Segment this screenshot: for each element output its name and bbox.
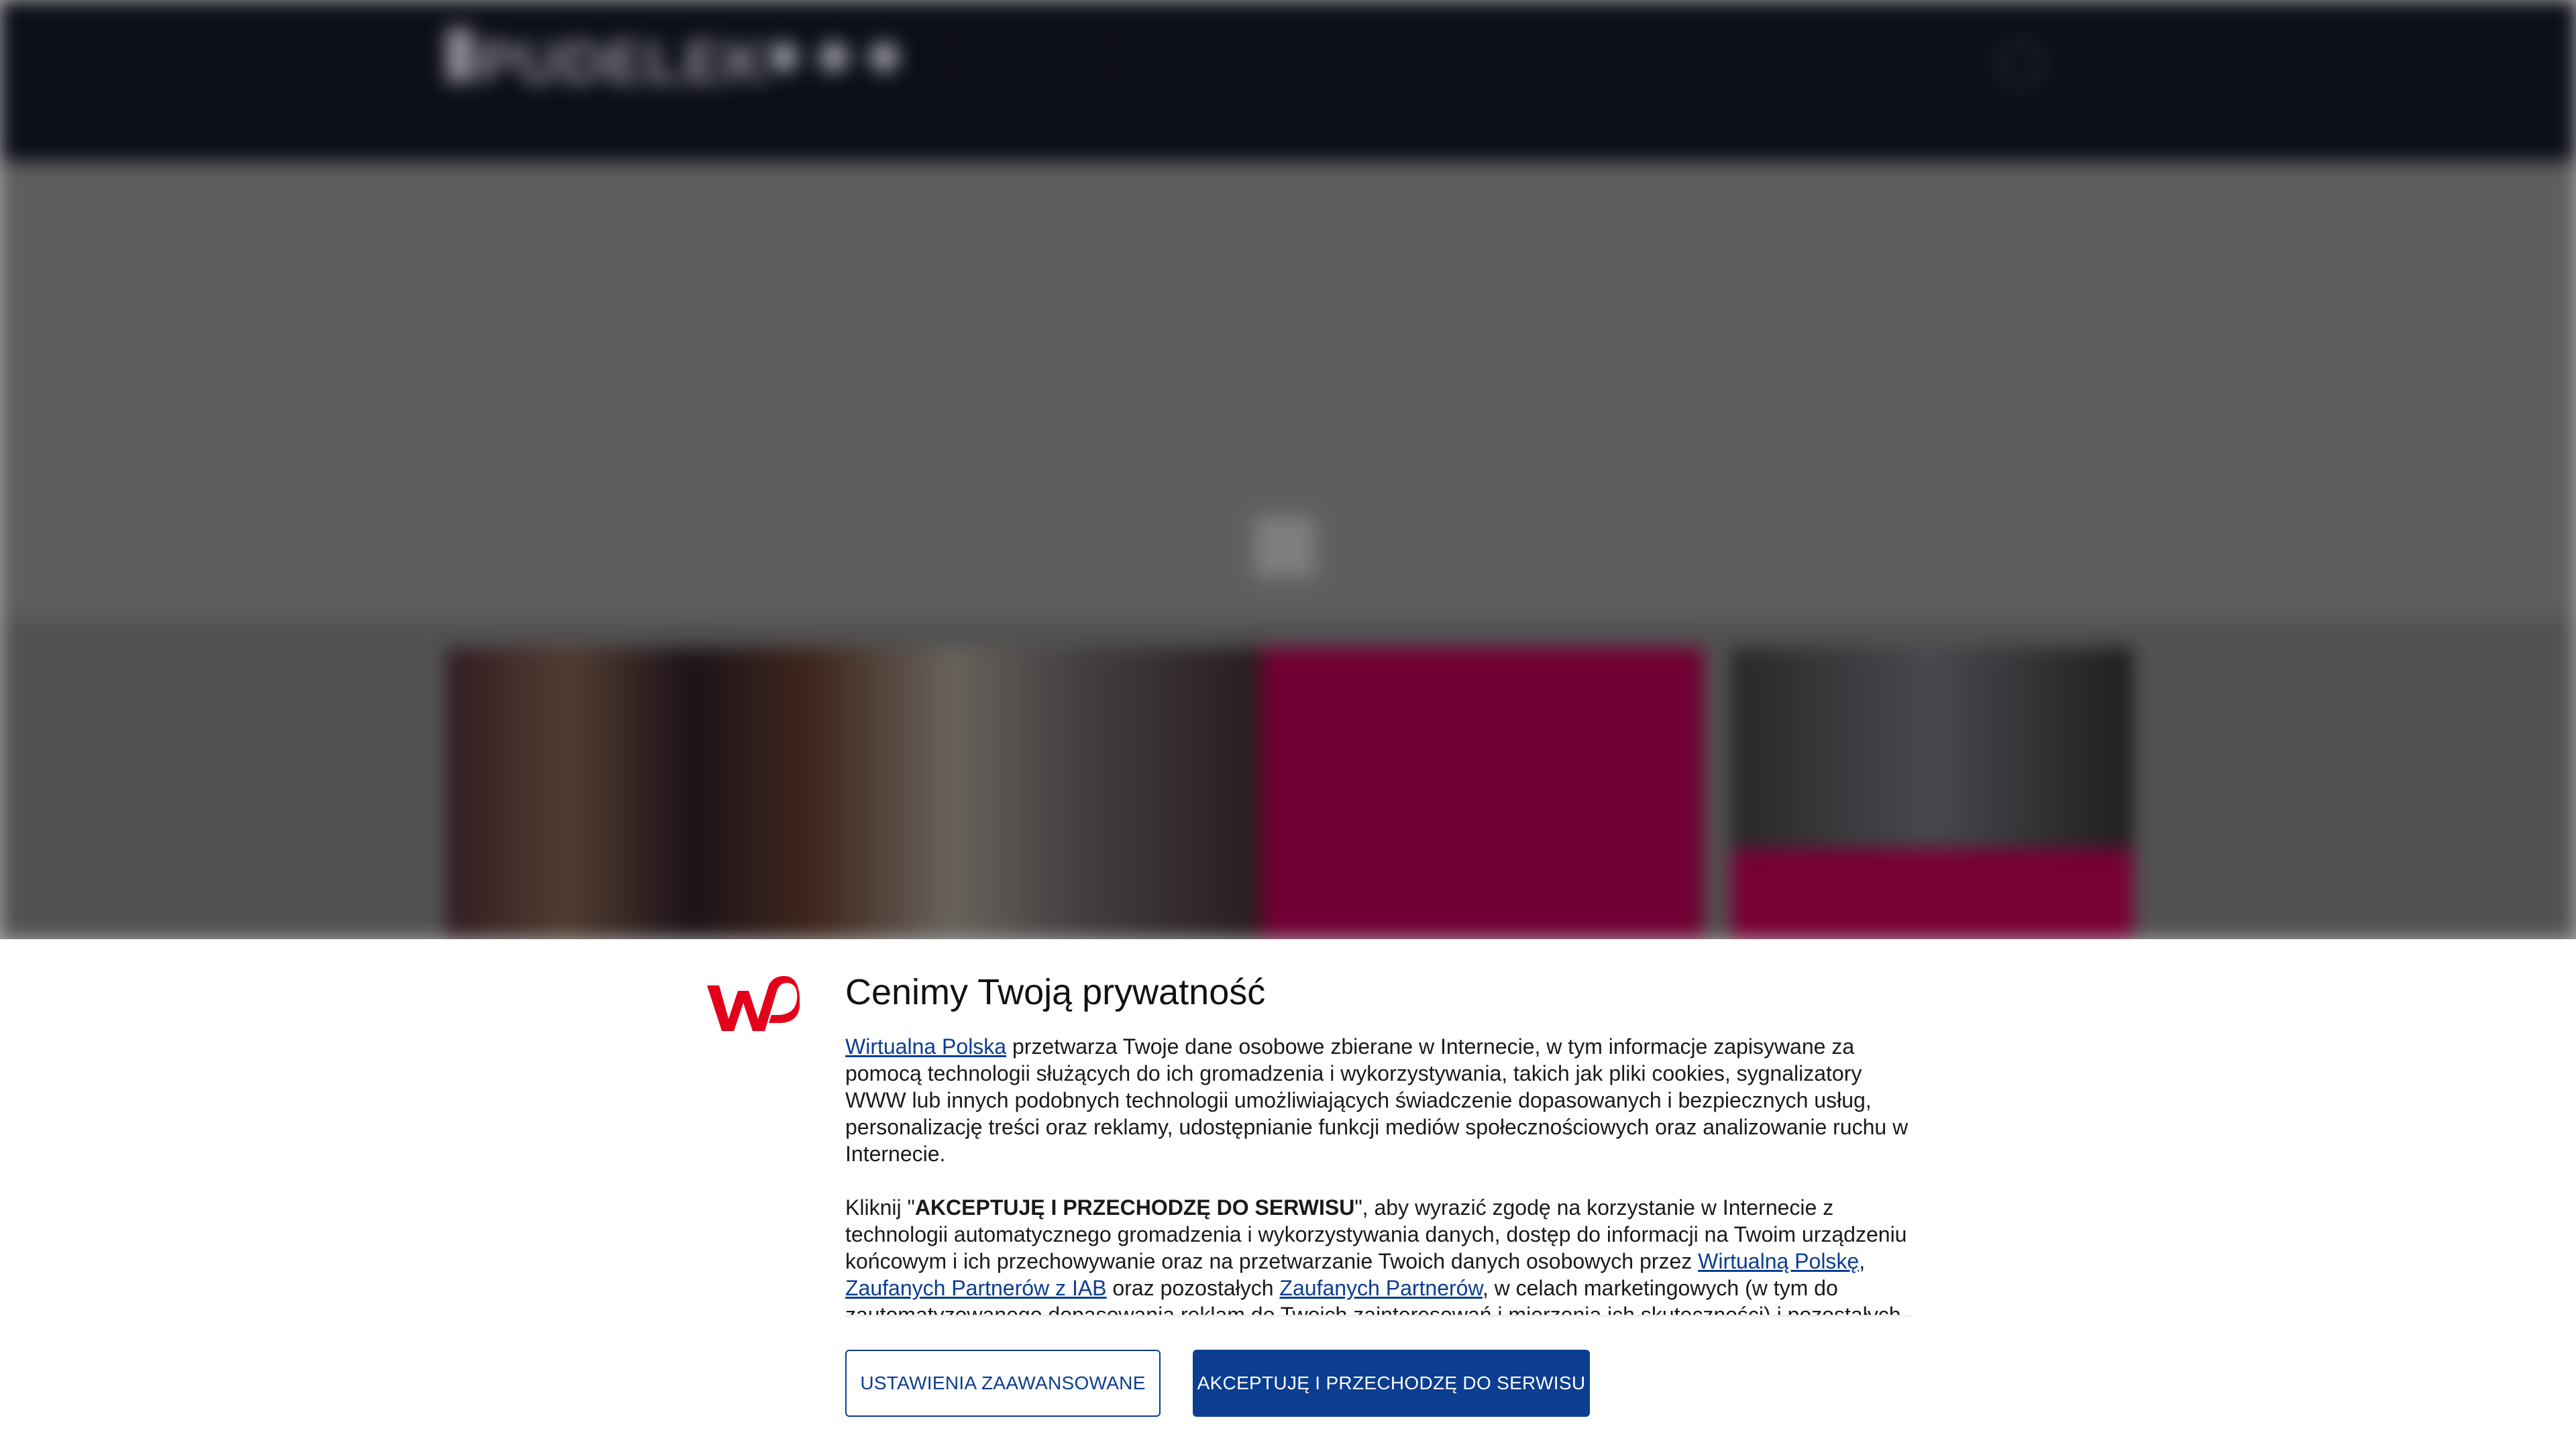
consent-dialog: Cenimy Twoją prywatność Wirtualna Polska… (0, 939, 2576, 1449)
consent-scroll-area[interactable]: Wirtualna Polska przetwarza Twoje dane o… (845, 1033, 1912, 1315)
accept-button[interactable]: AKCEPTUJĘ I PRZECHODZĘ DO SERWISU (1193, 1350, 1590, 1417)
consent-title: Cenimy Twoją prywatność (845, 972, 1266, 1012)
overlay-dim (0, 0, 2576, 939)
advanced-settings-button[interactable]: USTAWIENIA ZAAWANSOWANE (845, 1350, 1161, 1417)
link-wirtualna-polske[interactable]: Wirtualną Polskę (1698, 1249, 1859, 1273)
wp-logo-icon (707, 976, 800, 1031)
consent-paragraph-2: Kliknij "AKCEPTUJĘ I PRZECHODZĘ DO SERWI… (845, 1194, 1912, 1315)
paragraph-2-comma: , (1859, 1249, 1866, 1273)
paragraph-2-bold: AKCEPTUJĘ I PRZECHODZĘ DO SERWISU (914, 1195, 1355, 1220)
consent-paragraph-1: Wirtualna Polska przetwarza Twoje dane o… (845, 1033, 1912, 1167)
scroll-fade (845, 1315, 1912, 1319)
link-wirtualna-polska[interactable]: Wirtualna Polska (845, 1034, 1006, 1059)
link-trusted-partners[interactable]: Zaufanych Partnerów (1279, 1276, 1482, 1300)
paragraph-2-middle: oraz pozostałych (1106, 1276, 1280, 1300)
paragraph-2-lead: Kliknij " (845, 1195, 915, 1220)
link-iab-partners[interactable]: Zaufanych Partnerów z IAB (845, 1276, 1107, 1300)
